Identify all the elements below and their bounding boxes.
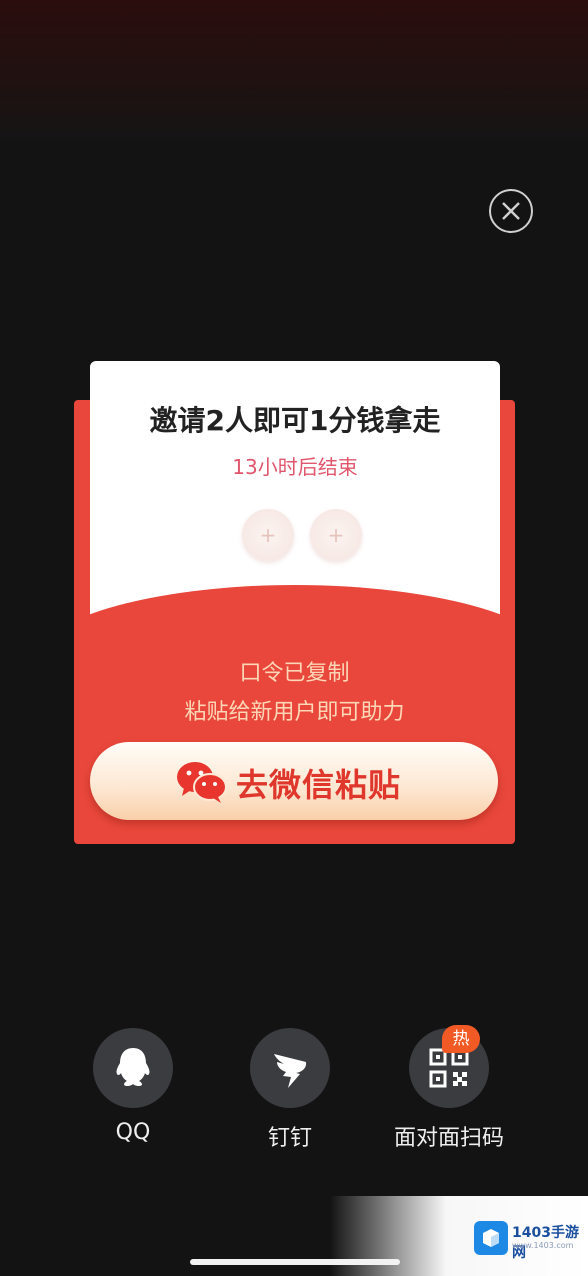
hot-badge: 热 — [442, 1025, 480, 1053]
countdown-text: 13小时后结束 — [232, 455, 358, 479]
dingtalk-icon — [274, 1054, 307, 1088]
home-indicator[interactable] — [190, 1259, 400, 1265]
share-qq-label: QQ — [115, 1120, 151, 1145]
invite-card-header: 邀请2人即可1分钱拿走 13小时后结束 + + — [90, 361, 500, 625]
invite-slot-1[interactable]: + — [242, 509, 294, 561]
qq-icon — [116, 1048, 150, 1086]
close-icon — [502, 202, 520, 220]
paste-tip: 粘贴给新用户即可助力 — [184, 700, 405, 725]
watermark-url: www.1403.com — [512, 1241, 574, 1250]
go-wechat-paste-button[interactable]: 去微信粘贴 — [90, 742, 498, 820]
plus-icon: + — [259, 523, 277, 547]
invite-slot-2[interactable]: + — [310, 509, 362, 561]
share-dingtalk-button[interactable] — [250, 1028, 330, 1108]
close-button[interactable] — [489, 189, 533, 233]
wechat-icon — [177, 762, 227, 803]
watermark-logo-icon — [474, 1221, 508, 1255]
plus-icon: + — [327, 523, 345, 547]
go-wechat-paste-label: 去微信粘贴 — [236, 766, 402, 804]
share-qq-button[interactable] — [93, 1028, 173, 1108]
share-dingtalk-label: 钉钉 — [267, 1126, 312, 1151]
invite-title: 邀请2人即可1分钱拿走 — [149, 404, 441, 437]
card-curve — [90, 585, 500, 625]
status-bar-area — [0, 0, 588, 140]
copied-notice: 口令已复制 — [239, 661, 350, 686]
share-qrcode-label: 面对面扫码 — [393, 1126, 504, 1151]
